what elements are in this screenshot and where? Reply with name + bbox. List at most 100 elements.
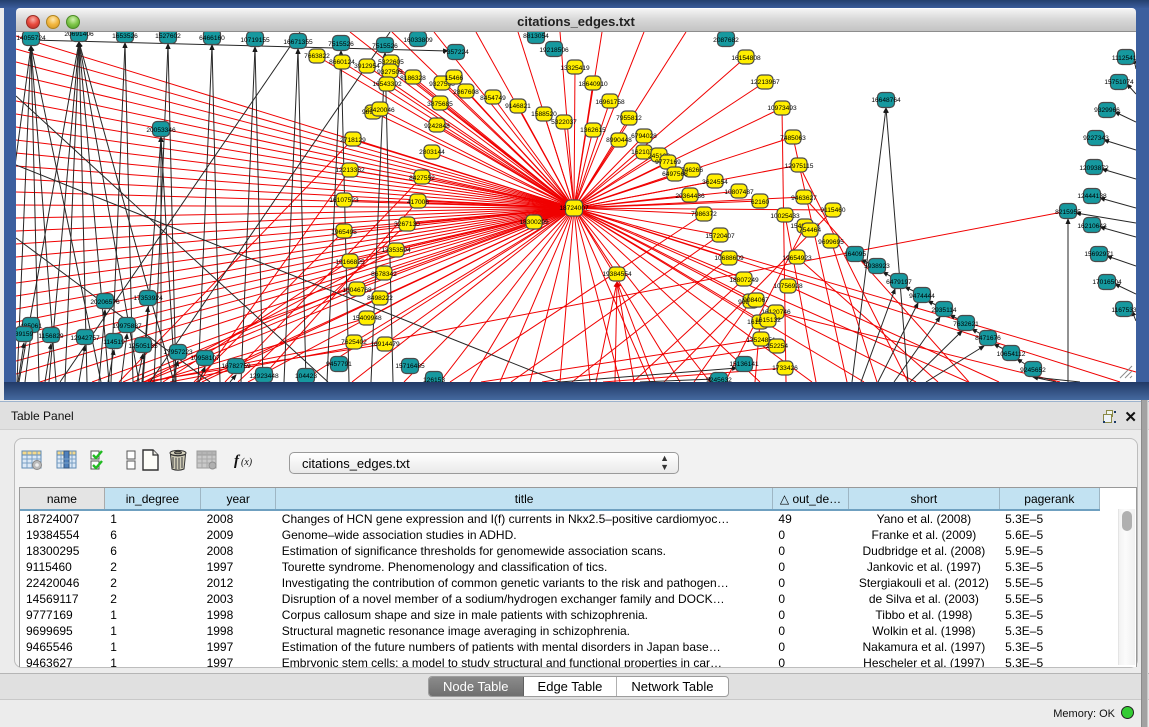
svg-text:16782759: 16782759: [221, 363, 251, 370]
svg-text:19218506: 19218506: [539, 47, 569, 54]
svg-text:9777169: 9777169: [655, 159, 681, 166]
svg-text:17353924: 17353924: [133, 295, 163, 302]
svg-text:6466160: 6466160: [199, 35, 225, 42]
svg-text:8498222: 8498222: [367, 295, 393, 302]
svg-text:2087682: 2087682: [713, 37, 739, 44]
svg-text:20206576: 20206576: [90, 299, 120, 306]
svg-text:9699695: 9699695: [818, 239, 844, 246]
svg-text:3875685: 3875685: [427, 101, 453, 108]
svg-text:10046768: 10046768: [342, 287, 372, 294]
svg-text:7485063: 7485063: [780, 135, 806, 142]
svg-text:114519: 114519: [103, 339, 125, 346]
svg-text:1156829: 1156829: [38, 333, 64, 340]
svg-text:126153: 126153: [423, 377, 445, 382]
svg-text:8678342: 8678342: [371, 271, 397, 278]
svg-text:10807487: 10807487: [724, 189, 754, 196]
svg-text:62160: 62160: [751, 199, 770, 206]
svg-text:9115460: 9115460: [820, 207, 846, 214]
svg-text:1653526: 1653526: [112, 33, 138, 40]
svg-text:13325419: 13325419: [560, 65, 590, 72]
svg-text:15716485: 15716485: [395, 363, 425, 370]
svg-text:9329966: 9329966: [1094, 107, 1120, 114]
svg-text:9227343: 9227343: [1083, 135, 1109, 142]
svg-text:10025433: 10025433: [770, 213, 800, 220]
svg-text:10654112: 10654112: [997, 351, 1026, 358]
svg-text:104423: 104423: [295, 373, 317, 380]
svg-text:8990448: 8990448: [606, 137, 632, 144]
svg-text:20053346: 20053346: [146, 127, 176, 134]
svg-text:10756928: 10756928: [773, 283, 803, 290]
svg-text:2867608: 2867608: [453, 89, 479, 96]
svg-text:39159: 39159: [16, 331, 33, 338]
svg-text:417006: 417006: [407, 199, 429, 206]
svg-text:12942757: 12942757: [70, 335, 100, 342]
svg-text:12975115: 12975115: [785, 163, 814, 170]
svg-text:19166825: 19166825: [335, 259, 365, 266]
svg-text:9245632: 9245632: [706, 377, 732, 382]
svg-text:12505135: 12505135: [128, 343, 158, 350]
svg-text:13353594: 13353594: [381, 247, 411, 254]
svg-text:16543392: 16543392: [372, 81, 402, 88]
svg-text:7515526: 7515526: [328, 41, 354, 48]
svg-text:5322037: 5322037: [551, 119, 577, 126]
svg-text:7955812: 7955812: [616, 115, 642, 122]
svg-text:15466: 15466: [445, 75, 464, 82]
svg-text:16033809: 16033809: [403, 37, 433, 44]
svg-text:16671355: 16671355: [283, 39, 313, 46]
svg-text:17957223: 17957223: [163, 349, 193, 356]
svg-text:20691406: 20691406: [64, 32, 94, 38]
svg-text:15409948: 15409948: [352, 315, 382, 322]
svg-text:18300295: 18300295: [519, 219, 549, 226]
svg-text:16914479: 16914479: [370, 341, 400, 348]
svg-text:7663822: 7663822: [304, 53, 330, 60]
svg-text:1588520: 1588520: [531, 111, 557, 118]
svg-text:14055724: 14055724: [16, 35, 46, 42]
svg-text:12213382: 12213382: [335, 167, 365, 174]
svg-text:18807249: 18807249: [729, 277, 759, 284]
svg-text:16210643: 16210643: [1077, 223, 1107, 230]
svg-text:3624554: 3624554: [702, 179, 728, 186]
svg-text:19975887: 19975887: [112, 323, 142, 330]
svg-text:16961758: 16961758: [595, 99, 625, 106]
svg-text:2803144: 2803144: [419, 149, 445, 156]
svg-text:8427552: 8427552: [409, 175, 435, 182]
svg-text:8813054: 8813054: [523, 33, 549, 40]
svg-text:6479197: 6479197: [886, 279, 912, 286]
svg-text:10719155: 10719155: [240, 37, 270, 44]
svg-text:9084067: 9084067: [743, 297, 769, 304]
svg-text:19654923: 19654923: [782, 255, 812, 262]
svg-text:1527602: 1527602: [155, 33, 181, 40]
svg-text:20364436: 20364436: [675, 193, 705, 200]
svg-text:12213967: 12213967: [750, 79, 780, 86]
svg-text:8215955: 8215955: [1055, 209, 1081, 216]
svg-text:1615132: 1615132: [755, 317, 781, 324]
svg-text:8454749: 8454749: [480, 95, 506, 102]
svg-text:9457791: 9457791: [326, 361, 352, 368]
svg-text:f: f: [234, 453, 241, 469]
svg-text:16107523: 16107523: [329, 197, 359, 204]
svg-text:164095: 164095: [844, 251, 866, 258]
svg-text:8186328: 8186328: [400, 75, 426, 82]
svg-text:5938923: 5938923: [864, 263, 890, 270]
svg-text:10958107: 10958107: [190, 355, 220, 362]
svg-text:1167533: 1167533: [1111, 307, 1136, 314]
svg-text:15136141: 15136141: [729, 361, 759, 368]
svg-text:9463627: 9463627: [791, 195, 817, 202]
svg-text:18724007: 18724007: [559, 205, 589, 212]
svg-text:9146821: 9146821: [505, 103, 531, 110]
svg-text:9474444: 9474444: [909, 293, 935, 300]
svg-text:6794028: 6794028: [631, 133, 657, 140]
svg-text:10688609: 10688609: [714, 255, 744, 262]
svg-text:6497568: 6497568: [662, 171, 688, 178]
svg-text:18640910: 18640910: [578, 81, 608, 88]
svg-text:8660124: 8660124: [329, 59, 355, 66]
svg-text:2718129: 2718129: [340, 137, 366, 144]
svg-text:7625402: 7625402: [341, 339, 367, 346]
svg-text:16648764: 16648764: [871, 97, 901, 104]
svg-text:1733426: 1733426: [772, 365, 798, 372]
svg-text:8471676: 8471676: [975, 335, 1001, 342]
svg-text:1965495: 1965495: [331, 229, 357, 236]
svg-text:754464: 754464: [799, 227, 821, 234]
svg-text:2935114: 2935114: [931, 307, 957, 314]
svg-text:9242848: 9242848: [424, 123, 450, 130]
